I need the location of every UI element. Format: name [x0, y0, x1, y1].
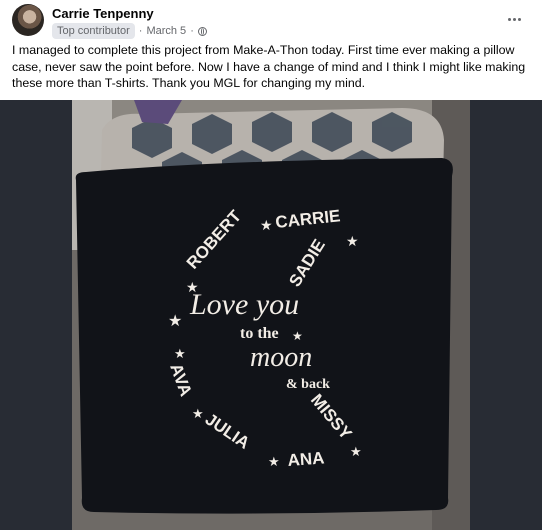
meta-dot: · — [190, 25, 194, 37]
author-avatar[interactable] — [12, 4, 44, 36]
to-the-text: to the — [240, 325, 279, 342]
post-header: Carrie Tenpenny Top contributor · March … — [12, 4, 532, 40]
and-back-text: & back — [286, 377, 330, 392]
star-icon: ★ — [292, 329, 303, 343]
star-icon: ★ — [192, 406, 204, 421]
more-options-icon[interactable] — [502, 10, 526, 28]
facebook-post: Carrie Tenpenny Top contributor · March … — [0, 0, 542, 530]
love-you-text: Love you — [189, 288, 299, 321]
post-photo[interactable]: ROBERT CARRIE SADIE AVA JULIA ANA MISSY … — [0, 100, 542, 530]
globe-icon — [197, 26, 207, 36]
author-name[interactable]: Carrie Tenpenny — [52, 6, 154, 21]
name-ana: ANA — [287, 448, 325, 470]
post-text: I managed to complete this project from … — [12, 43, 526, 90]
star-icon: ★ — [174, 346, 186, 361]
star-icon: ★ — [168, 313, 182, 330]
meta-separator: · — [138, 25, 143, 37]
post-meta: Top contributor · March 5 · — [52, 23, 207, 39]
star-icon: ★ — [260, 217, 273, 233]
star-icon: ★ — [186, 279, 199, 295]
star-icon: ★ — [346, 233, 359, 249]
top-contributor-badge[interactable]: Top contributor — [52, 23, 135, 39]
pillow-photo: ROBERT CARRIE SADIE AVA JULIA ANA MISSY … — [72, 100, 470, 530]
star-icon: ★ — [350, 444, 362, 459]
star-icon: ★ — [268, 454, 280, 469]
moon-text: moon — [250, 342, 312, 373]
post-date[interactable]: March 5 — [146, 25, 186, 37]
